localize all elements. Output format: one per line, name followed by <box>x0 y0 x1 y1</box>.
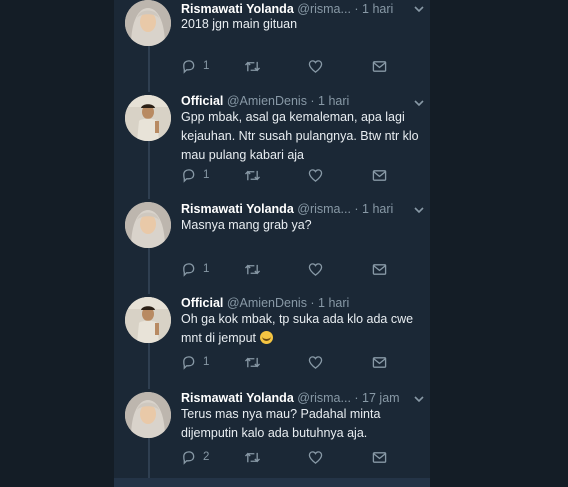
retweet-icon <box>244 452 261 462</box>
timestamp[interactable]: · 17 jam <box>354 391 399 405</box>
grinning-sweat-emoji-icon <box>259 331 273 344</box>
timestamp[interactable]: · 1 hari <box>354 2 393 16</box>
author-handle[interactable]: @AmienDenis <box>227 296 307 310</box>
like-icon <box>308 59 323 73</box>
author-name[interactable]: Official <box>181 94 223 108</box>
dm-icon <box>372 263 387 275</box>
avatar[interactable] <box>125 297 171 343</box>
author-handle[interactable]: @risma... <box>297 2 351 16</box>
retweet-button[interactable] <box>244 58 261 74</box>
reply-button[interactable]: 2 <box>181 449 209 465</box>
dm-button[interactable] <box>372 354 387 370</box>
like-button[interactable] <box>308 167 323 183</box>
dm-button[interactable] <box>372 261 387 277</box>
tweet-text-container: Oh ga kok mbak, tp suka ada klo ada cwe … <box>181 310 421 348</box>
avatar-man <box>125 297 171 343</box>
reply-icon <box>183 168 195 183</box>
tweet-text: Oh ga kok mbak, tp suka ada klo ada cwe … <box>181 312 414 345</box>
retweet-icon <box>244 264 261 274</box>
tweet-actions: 1 <box>181 58 396 74</box>
author-handle[interactable]: @AmienDenis <box>227 94 307 108</box>
chevron-down-icon[interactable] <box>414 394 424 404</box>
avatar-hijab-woman <box>125 0 171 46</box>
like-icon <box>308 450 323 464</box>
retweet-button[interactable] <box>244 449 261 465</box>
retweet-icon <box>244 61 261 71</box>
reply-icon <box>183 262 195 277</box>
like-button[interactable] <box>308 261 323 277</box>
reply-icon <box>183 450 195 465</box>
retweet-button[interactable] <box>244 261 261 277</box>
tweet[interactable]: Rismawati Yolanda @risma... · 1 hari 201… <box>114 0 430 80</box>
author-name[interactable]: Rismawati Yolanda <box>181 2 294 16</box>
retweet-icon <box>244 170 261 180</box>
avatar[interactable] <box>125 95 171 141</box>
tweet-actions: 1 <box>181 354 396 370</box>
dm-icon <box>372 169 387 181</box>
avatar[interactable] <box>125 392 171 438</box>
author-name[interactable]: Official <box>181 296 223 310</box>
tweet-actions: 2 <box>181 449 396 465</box>
tweet-text: Masnya mang grab ya? <box>181 218 312 232</box>
dm-icon <box>372 356 387 368</box>
author-handle[interactable]: @risma... <box>297 391 351 405</box>
chevron-down-icon[interactable] <box>414 98 424 108</box>
reply-button[interactable]: 1 <box>181 354 209 370</box>
reply-count: 1 <box>203 356 210 368</box>
tweet-actions: 1 <box>181 167 396 183</box>
reply-count: 2 <box>203 451 210 463</box>
like-button[interactable] <box>308 58 323 74</box>
reply-button[interactable]: 1 <box>181 58 209 74</box>
dm-button[interactable] <box>372 449 387 465</box>
author-name[interactable]: Rismawati Yolanda <box>181 391 294 405</box>
reply-count: 1 <box>203 169 210 181</box>
timestamp[interactable]: · 1 hari <box>354 202 393 216</box>
tweet-text: Terus mas nya mau? Padahal minta dijempu… <box>181 407 381 440</box>
dm-icon <box>372 451 387 463</box>
tweet-actions: 1 <box>181 261 396 277</box>
avatar-hijab-woman <box>125 202 171 248</box>
author-handle[interactable]: @risma... <box>297 202 351 216</box>
retweet-button[interactable] <box>244 354 261 370</box>
like-icon <box>308 262 323 276</box>
bottom-bar <box>114 478 430 487</box>
avatar-hijab-woman <box>125 392 171 438</box>
reply-button[interactable]: 1 <box>181 261 209 277</box>
retweet-button[interactable] <box>244 167 261 183</box>
tweet[interactable]: Rismawati Yolanda @risma... · 17 jam Ter… <box>114 389 430 477</box>
tweet[interactable]: Rismawati Yolanda @risma... · 1 hari Mas… <box>114 199 430 284</box>
chevron-down-icon[interactable] <box>414 4 424 14</box>
avatar[interactable] <box>125 202 171 248</box>
timestamp[interactable]: · 1 hari <box>310 296 349 310</box>
reply-icon <box>183 59 195 74</box>
retweet-icon <box>244 357 261 367</box>
reply-icon <box>183 355 195 370</box>
author-name[interactable]: Rismawati Yolanda <box>181 202 294 216</box>
reply-count: 1 <box>203 60 210 72</box>
like-button[interactable] <box>308 354 323 370</box>
reply-button[interactable]: 1 <box>181 167 209 183</box>
like-icon <box>308 355 323 369</box>
tweet[interactable]: Official @AmienDenis · 1 hari Gpp mbak, … <box>114 92 430 187</box>
reply-count: 1 <box>203 263 210 275</box>
like-button[interactable] <box>308 449 323 465</box>
tweet-text: 2018 jgn main gituan <box>181 17 298 31</box>
dm-button[interactable] <box>372 167 387 183</box>
avatar[interactable] <box>125 0 171 46</box>
dm-button[interactable] <box>372 58 387 74</box>
tweet-text: Gpp mbak, asal ga kemaleman, apa lagi ke… <box>181 110 419 162</box>
tweet[interactable]: Official @AmienDenis · 1 hari Oh ga kok … <box>114 294 430 379</box>
chevron-down-icon[interactable] <box>414 205 424 215</box>
avatar-man <box>125 95 171 141</box>
like-icon <box>308 168 323 182</box>
dm-icon <box>372 60 387 72</box>
timestamp[interactable]: · 1 hari <box>310 94 349 108</box>
